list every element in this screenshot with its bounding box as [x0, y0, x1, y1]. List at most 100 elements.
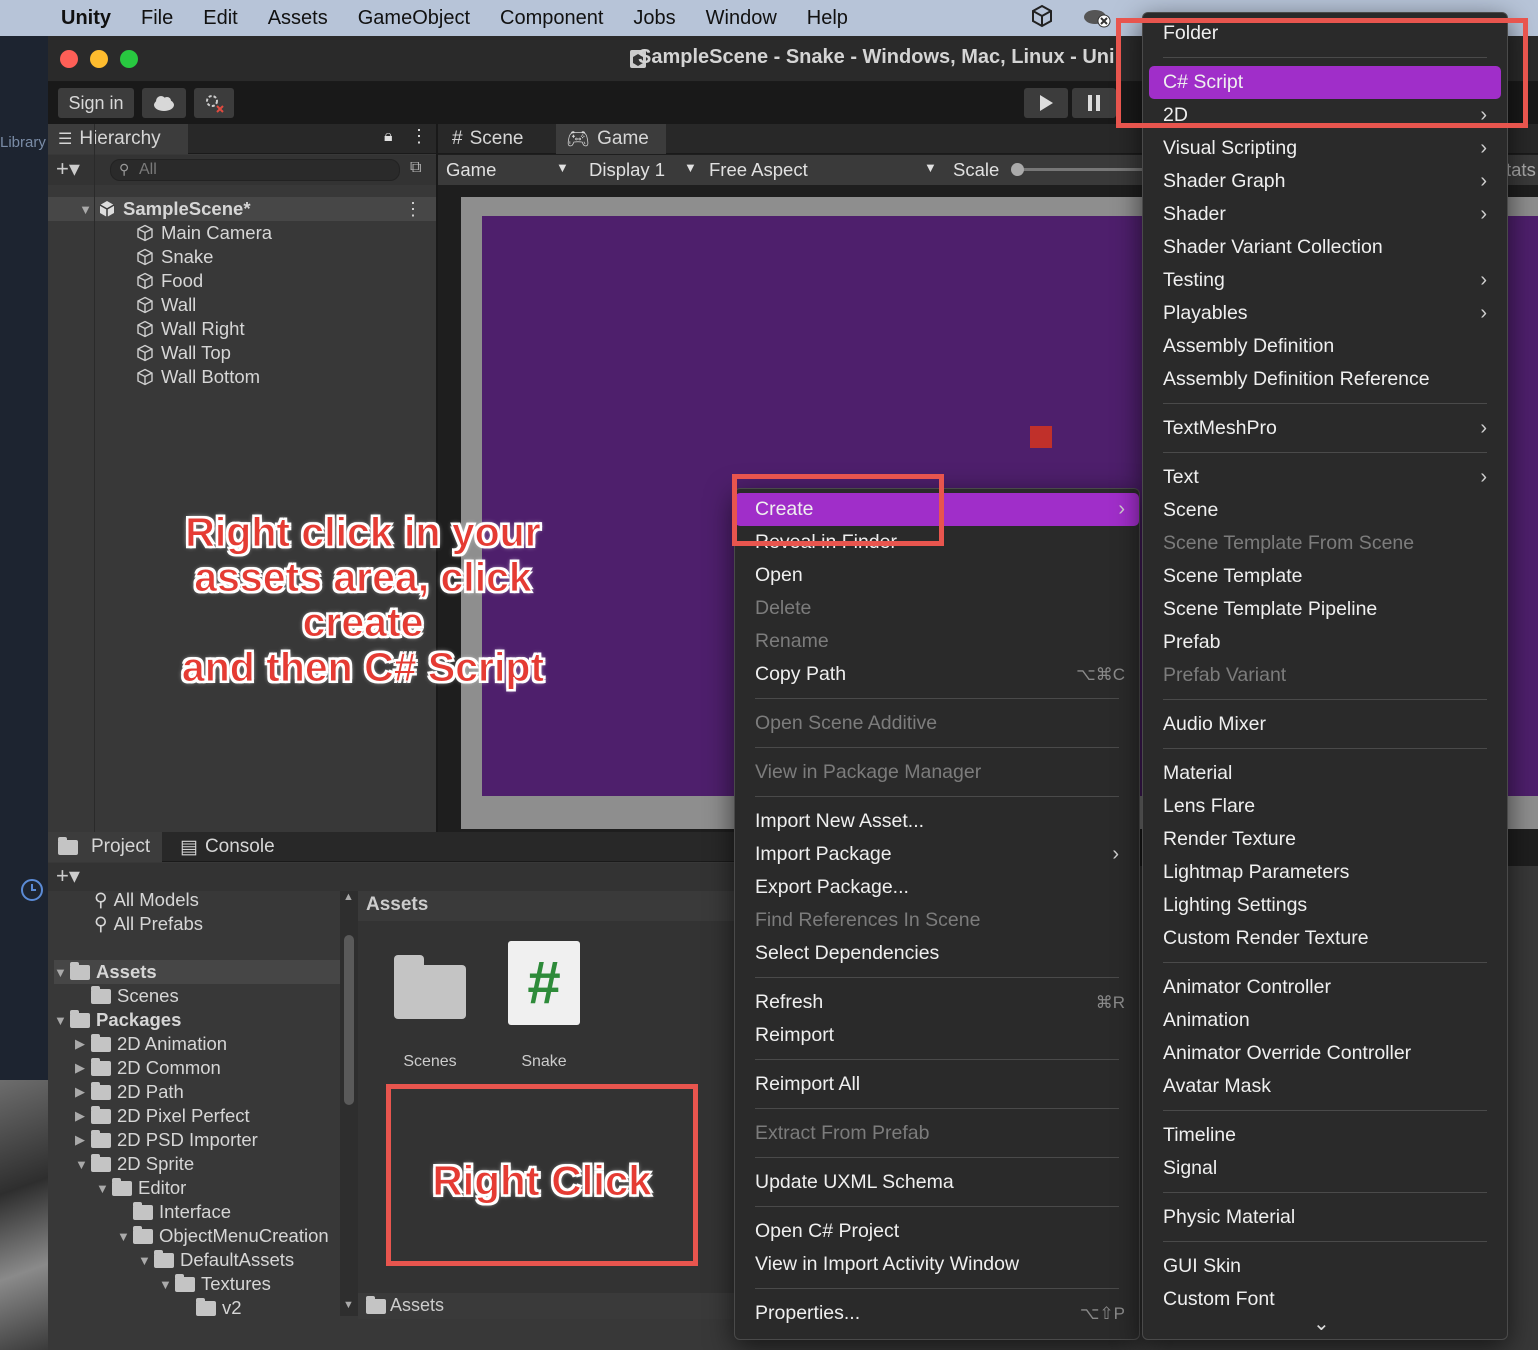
tree-item-packages[interactable]: ▼ Packages: [54, 1008, 181, 1032]
menu-item-scene-template-pipeline[interactable]: Scene Template Pipeline: [1163, 593, 1493, 626]
menu-item-avatar-mask[interactable]: Avatar Mask: [1163, 1070, 1493, 1103]
tree-item-v2[interactable]: v2: [180, 1296, 242, 1316]
collab-button[interactable]: [194, 88, 234, 118]
menu-item-timeline[interactable]: Timeline: [1163, 1119, 1493, 1152]
menu-item-animator-controller[interactable]: Animator Controller: [1163, 971, 1493, 1004]
tree-item-2d-animation[interactable]: ▶ 2D Animation: [75, 1032, 227, 1056]
hierarchy-item-wall-top[interactable]: Wall Top: [48, 341, 436, 365]
menu-item-physic-material[interactable]: Physic Material: [1163, 1201, 1493, 1234]
menu-item-lens-flare[interactable]: Lens Flare: [1163, 790, 1493, 823]
menu-item-animator-override-controller[interactable]: Animator Override Controller: [1163, 1037, 1493, 1070]
menu-item-import-new-asset[interactable]: Import New Asset...: [755, 805, 1125, 838]
tree-item-editor[interactable]: ▼ Editor: [96, 1176, 186, 1200]
menu-item-playables[interactable]: Playables ›: [1163, 297, 1493, 330]
expanded-arrow-icon[interactable]: ▼: [138, 1253, 154, 1268]
menubar-component[interactable]: Component: [485, 7, 618, 30]
menubar-window[interactable]: Window: [691, 7, 792, 30]
menu-item-reimport-all[interactable]: Reimport All: [755, 1068, 1125, 1101]
menu-item-lighting-settings[interactable]: Lighting Settings: [1163, 889, 1493, 922]
menu-item-properties[interactable]: Properties... ⌥⇧P: [755, 1297, 1125, 1330]
menu-item-export-package[interactable]: Export Package...: [755, 871, 1125, 904]
play-button[interactable]: [1024, 88, 1068, 118]
asset-scenes-folder[interactable]: Scenes: [380, 941, 480, 1070]
hierarchy-item-snake[interactable]: Snake: [48, 245, 436, 269]
expanded-arrow-icon[interactable]: ▼: [96, 1181, 112, 1196]
expanded-arrow-icon[interactable]: ▼: [75, 1157, 91, 1172]
hierarchy-item-wall[interactable]: Wall: [48, 293, 436, 317]
scroll-up-arrow-icon[interactable]: ▲: [343, 891, 354, 903]
menu-item-gui-skin[interactable]: GUI Skin: [1163, 1250, 1493, 1283]
menu-item-visual-scripting[interactable]: Visual Scripting ›: [1163, 132, 1493, 165]
collapsed-arrow-icon[interactable]: ▶: [75, 1060, 91, 1076]
menu-item-render-texture[interactable]: Render Texture: [1163, 823, 1493, 856]
menu-item-assembly-definition-reference[interactable]: Assembly Definition Reference: [1163, 363, 1493, 396]
hierarchy-item-wall-bottom[interactable]: Wall Bottom: [48, 365, 436, 389]
menubar-app-name[interactable]: Unity: [46, 7, 126, 30]
lock-icon[interactable]: 🔒︎: [384, 128, 393, 146]
hierarchy-item-wall-right[interactable]: Wall Right: [48, 317, 436, 341]
add-object-button[interactable]: +▾: [56, 156, 80, 182]
menu-item-textmeshpro[interactable]: TextMeshPro ›: [1163, 412, 1493, 445]
menu-item-shader-variant-collection[interactable]: Shader Variant Collection: [1163, 231, 1493, 264]
sign-in-button[interactable]: Sign in: [58, 88, 134, 118]
zoom-window-button[interactable]: [120, 50, 138, 68]
minimize-window-button[interactable]: [90, 50, 108, 68]
breadcrumb[interactable]: Assets: [366, 894, 428, 916]
pause-button[interactable]: [1072, 88, 1116, 118]
menu-item-custom-render-texture[interactable]: Custom Render Texture: [1163, 922, 1493, 955]
tree-item-interface[interactable]: Interface: [117, 1200, 231, 1224]
stats-button[interactable]: tats: [1506, 159, 1536, 181]
menu-item-material[interactable]: Material: [1163, 757, 1493, 790]
expanded-arrow-icon[interactable]: ▼: [159, 1277, 175, 1292]
project-add-button[interactable]: +▾: [56, 863, 80, 889]
menubar-jobs[interactable]: Jobs: [618, 7, 690, 30]
collapsed-arrow-icon[interactable]: ▶: [75, 1084, 91, 1100]
menu-item-scene[interactable]: Scene: [1163, 494, 1493, 527]
asset-snake-script[interactable]: # Snake: [494, 941, 594, 1070]
tree-item-2d-path[interactable]: ▶ 2D Path: [75, 1080, 184, 1104]
scene-options-icon[interactable]: ⋮: [404, 199, 422, 220]
tab-scene[interactable]: # Scene: [442, 124, 552, 154]
tree-item-2d-pixel-perfect[interactable]: ▶ 2D Pixel Perfect: [75, 1104, 250, 1128]
expanded-arrow-icon[interactable]: ▼: [54, 965, 70, 980]
scroll-down-chevron-icon[interactable]: ⌄: [1313, 1311, 1330, 1336]
menu-item-text[interactable]: Text ›: [1163, 461, 1493, 494]
collapsed-arrow-icon[interactable]: ▶: [75, 1036, 91, 1052]
menu-item-signal[interactable]: Signal: [1163, 1152, 1493, 1185]
scale-slider-handle[interactable]: [1011, 163, 1024, 176]
menu-item-prefab[interactable]: Prefab: [1163, 626, 1493, 659]
cloud-sync-icon[interactable]: [1082, 4, 1112, 34]
tree-item-textures[interactable]: ▼ Textures: [159, 1272, 271, 1296]
expanded-arrow-icon[interactable]: ▼: [117, 1229, 133, 1244]
menu-item-view-in-import-activity-window[interactable]: View in Import Activity Window: [755, 1248, 1125, 1281]
menu-item-import-package[interactable]: Import Package ›: [755, 838, 1125, 871]
tree-item-scenes[interactable]: Scenes: [75, 984, 179, 1008]
cloud-button[interactable]: [142, 88, 186, 118]
display-dropdown[interactable]: Display 1: [589, 159, 665, 181]
menu-item-shader-graph[interactable]: Shader Graph ›: [1163, 165, 1493, 198]
tab-console[interactable]: ▤ Console: [170, 832, 290, 862]
game-mode-dropdown[interactable]: Game: [446, 159, 496, 181]
tree-item-objectmenucreation[interactable]: ▼ ObjectMenuCreation: [117, 1224, 329, 1248]
expand-arrow-icon[interactable]: ▼: [48, 202, 98, 217]
tree-item-assets[interactable]: ▼ Assets: [54, 960, 340, 984]
expanded-arrow-icon[interactable]: ▼: [54, 1013, 70, 1028]
scene-visibility-icon[interactable]: ⧉: [410, 159, 421, 177]
scroll-down-arrow-icon[interactable]: ▼: [343, 1299, 354, 1311]
scale-slider-track[interactable]: [1016, 168, 1146, 171]
favorite-all-models[interactable]: ⚲ All Models: [94, 891, 199, 912]
menubar-gameobject[interactable]: GameObject: [343, 7, 485, 30]
close-window-button[interactable]: [60, 50, 78, 68]
tree-item-2d-sprite[interactable]: ▼ 2D Sprite: [75, 1152, 194, 1176]
tree-item-defaultassets[interactable]: ▼ DefaultAssets: [138, 1248, 294, 1272]
hierarchy-item-main-camera[interactable]: Main Camera: [48, 221, 436, 245]
scene-row[interactable]: ▼ SampleScene* ⋮: [48, 197, 436, 221]
menu-item-lightmap-parameters[interactable]: Lightmap Parameters: [1163, 856, 1493, 889]
tree-scrollbar-thumb[interactable]: [344, 935, 354, 1105]
more-options-icon[interactable]: ⋮: [410, 126, 428, 147]
menu-item-assembly-definition[interactable]: Assembly Definition: [1163, 330, 1493, 363]
hierarchy-search-input[interactable]: ⚲ All: [110, 159, 400, 181]
tab-hierarchy[interactable]: ☰ Hierarchy: [48, 124, 188, 154]
menu-item-reimport[interactable]: Reimport: [755, 1019, 1125, 1052]
menu-item-shader[interactable]: Shader ›: [1163, 198, 1493, 231]
